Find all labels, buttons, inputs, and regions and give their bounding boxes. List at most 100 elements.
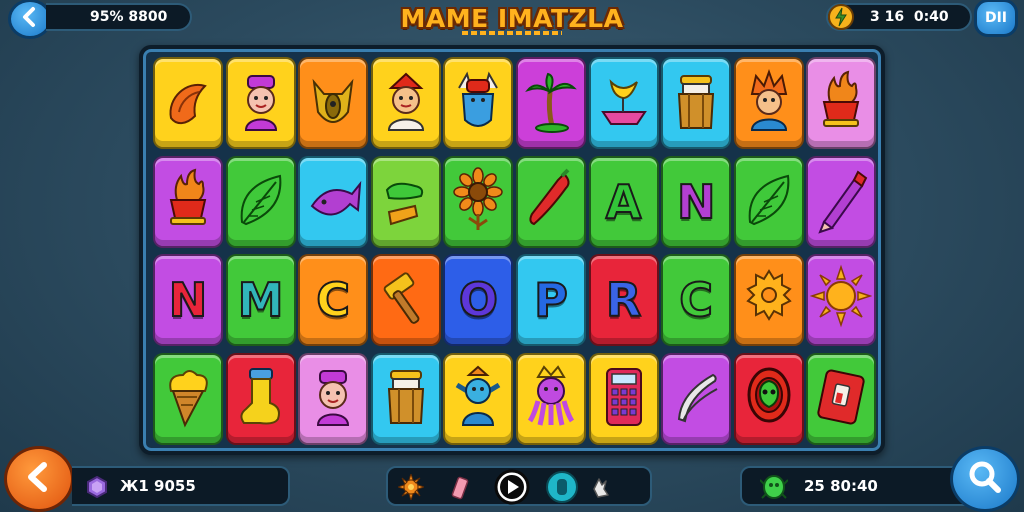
boy-red-hat-icon <box>375 66 437 141</box>
purple-fish-icon <box>302 164 364 239</box>
board-tile[interactable] <box>225 155 296 248</box>
board-tile[interactable] <box>661 57 732 149</box>
tile-letter: M <box>237 273 285 327</box>
purple-octopus-icon <box>520 361 582 436</box>
board-tile[interactable]: N <box>661 155 732 248</box>
board-tile[interactable] <box>370 155 441 248</box>
top-right-stat: 3 16 0:40 <box>826 3 972 31</box>
gear-sun-icon[interactable] <box>396 472 426 505</box>
game-board: ANNMCOPRC <box>139 45 885 455</box>
croissant-icon <box>157 66 219 141</box>
ice-cream-cone-icon <box>157 361 219 436</box>
board-tile[interactable] <box>370 57 441 149</box>
board-tile[interactable] <box>153 57 223 149</box>
pickle-icon <box>375 164 437 239</box>
tile-letter: O <box>458 273 499 327</box>
board-tile[interactable]: R <box>588 254 659 346</box>
play-icon[interactable] <box>494 469 530 510</box>
board-tile[interactable] <box>443 155 514 248</box>
top-left-stat-text: 95% 8800 <box>90 9 168 25</box>
board-tile[interactable] <box>443 57 514 149</box>
top-right-stat-text: 3 16 0:40 <box>870 9 949 25</box>
board-tile[interactable]: M <box>225 254 296 346</box>
board-tile[interactable] <box>370 352 441 445</box>
fire-pot-icon <box>810 66 872 141</box>
tile-letter: C <box>315 273 351 327</box>
orange-hair-boy-icon <box>738 66 800 141</box>
board-tile[interactable] <box>298 155 369 248</box>
board-tile[interactable]: O <box>443 254 514 346</box>
board-tile[interactable] <box>806 57 877 149</box>
board-tile[interactable] <box>733 57 804 149</box>
bottom-back-button[interactable] <box>4 446 74 512</box>
search-button[interactable] <box>950 446 1020 512</box>
eraser-icon[interactable] <box>450 475 470 506</box>
tile-letter: A <box>605 174 643 229</box>
battery-card-icon <box>810 361 872 436</box>
board-tile[interactable] <box>588 57 659 149</box>
tile-letter: N <box>168 273 208 327</box>
board-tile[interactable] <box>733 352 804 445</box>
board-tile[interactable] <box>225 352 296 445</box>
board-tile[interactable] <box>733 254 804 346</box>
green-creature-icon <box>759 474 789 504</box>
sock-icon <box>230 361 292 436</box>
board-tile[interactable] <box>298 352 369 445</box>
capsule-icon[interactable] <box>546 471 578 508</box>
banana-boat-icon <box>593 66 655 141</box>
title-underline <box>462 31 562 35</box>
fire-pot-icon <box>157 164 219 239</box>
viking-blue-beard-icon <box>447 66 509 141</box>
board-tile[interactable] <box>661 352 732 445</box>
search-icon <box>967 459 1003 500</box>
board-tile[interactable]: P <box>516 254 586 346</box>
tile-letter: N <box>676 174 716 229</box>
tile-letter: P <box>533 273 569 327</box>
action-toolbar <box>386 466 652 506</box>
board-tile[interactable] <box>588 352 659 445</box>
purple-gem-icon <box>86 475 108 502</box>
board-tile[interactable] <box>806 352 877 445</box>
game-title: MAME IMATZLA <box>400 4 624 33</box>
red-chili-icon <box>520 164 582 239</box>
hand-icon[interactable] <box>590 475 612 506</box>
tile-letter: C <box>678 273 714 327</box>
sun-icon <box>810 263 873 338</box>
barrel-drum-icon <box>375 361 437 436</box>
board-tile[interactable] <box>153 352 223 445</box>
crayon-icon <box>810 164 872 239</box>
board-tile[interactable] <box>806 155 877 248</box>
green-leaf-icon <box>230 164 292 239</box>
green-leaf-icon <box>738 164 800 239</box>
menu-button-label: DII <box>984 10 1008 26</box>
board-tile[interactable] <box>153 155 223 248</box>
tile-letter: R <box>605 273 642 327</box>
chevron-left-icon <box>19 6 41 33</box>
board-tile[interactable]: N <box>153 254 223 346</box>
board-tile[interactable] <box>733 155 804 248</box>
board-tile[interactable] <box>806 254 877 346</box>
board-tile[interactable] <box>298 57 369 149</box>
menu-button[interactable]: DII <box>974 0 1018 37</box>
bolt-coin-icon <box>826 2 856 36</box>
bottom-right-stat-text: 25 80:40 <box>804 477 878 495</box>
cucumber-icon <box>665 361 727 436</box>
board-tile[interactable] <box>225 57 296 149</box>
palm-tree-icon <box>520 66 582 141</box>
board-tile[interactable]: A <box>588 155 659 248</box>
top-left-stat: 95% 8800 <box>46 3 192 31</box>
blue-goblin-icon <box>447 361 509 436</box>
board-tile[interactable] <box>516 57 586 149</box>
board-tile[interactable]: C <box>298 254 369 346</box>
board-tile[interactable] <box>443 352 514 445</box>
gear-cog-icon <box>738 263 800 338</box>
bottom-left-stat-text: Ж1 9055 <box>120 477 196 495</box>
bottom-right-stat: 25 80:40 <box>740 466 970 506</box>
board-tile[interactable]: C <box>661 254 732 346</box>
board-tile[interactable] <box>516 352 586 445</box>
chevron-left-icon <box>22 460 56 499</box>
barrel-drum-icon <box>665 66 727 141</box>
board-tile[interactable] <box>516 155 586 248</box>
horned-mask-icon <box>302 66 364 141</box>
board-tile[interactable] <box>370 254 441 346</box>
